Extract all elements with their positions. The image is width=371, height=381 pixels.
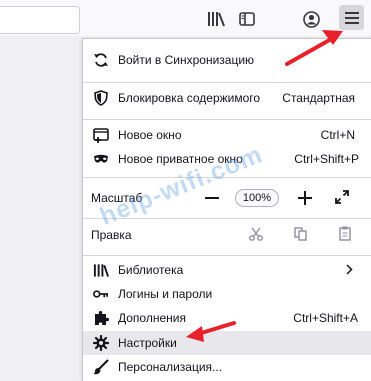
annotation-arrow-menu (285, 30, 343, 66)
annotation-overlay (186, 30, 343, 342)
annotation-arrow-settings (186, 321, 236, 342)
